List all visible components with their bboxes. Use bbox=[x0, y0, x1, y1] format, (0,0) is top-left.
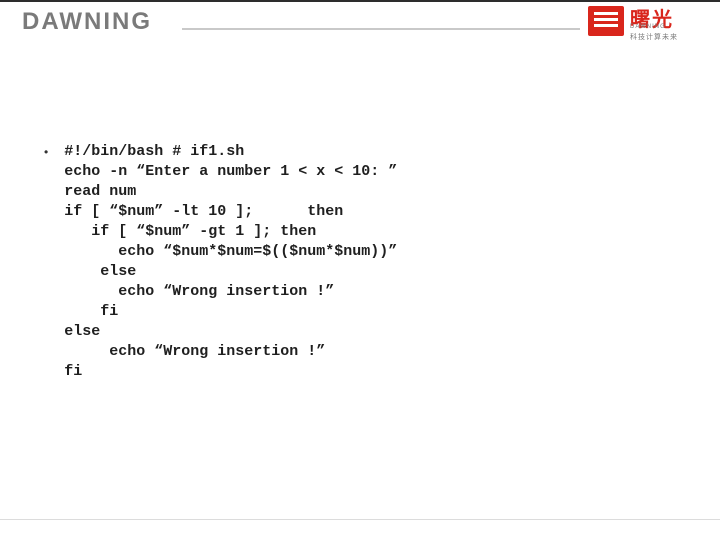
code-line-6: echo “$num*$num=$(($num*$num))” bbox=[64, 243, 397, 260]
code-line-1-pre: #!/bin/bash # bbox=[64, 143, 190, 160]
logo-sub-cn: 科技计算未来 bbox=[630, 32, 678, 42]
logo: 曙光 DAWNING 科技计算未来 bbox=[588, 4, 706, 48]
bullet-icon: • bbox=[44, 142, 64, 162]
code-line-10: else bbox=[64, 323, 100, 340]
header-top-line bbox=[0, 0, 720, 2]
code-line-3: read num bbox=[64, 183, 136, 200]
slide: DAWNING 曙光 DAWNING 科技计算未来 • #!/bin/bash … bbox=[0, 0, 720, 540]
code-line-8: echo “Wrong insertion !” bbox=[64, 283, 334, 300]
brand-wordmark: DAWNING bbox=[22, 8, 152, 36]
bullet-row: • #!/bin/bash # if1.sh echo -n “Enter a … bbox=[44, 142, 644, 382]
header: DAWNING 曙光 DAWNING 科技计算未来 bbox=[0, 0, 720, 54]
code-line-2: echo -n “Enter a number 1 < x < 10: ” bbox=[64, 163, 397, 180]
code-line-7: else bbox=[64, 263, 136, 280]
header-rule bbox=[182, 28, 580, 30]
code-line-4: if [ “$num” -lt 10 ]; then bbox=[64, 203, 343, 220]
code-line-5: if [ “$num” -gt 1 ]; then bbox=[64, 223, 316, 240]
code-line-1-filename: if1.sh bbox=[190, 143, 244, 160]
code-line-11: echo “Wrong insertion !” bbox=[64, 343, 325, 360]
footer-rule bbox=[0, 519, 720, 520]
code-line-9: fi bbox=[64, 303, 118, 320]
content: • #!/bin/bash # if1.sh echo -n “Enter a … bbox=[44, 142, 644, 382]
code-block: #!/bin/bash # if1.sh echo -n “Enter a nu… bbox=[64, 142, 397, 382]
code-line-12: fi bbox=[64, 363, 82, 380]
logo-sun-icon bbox=[588, 6, 624, 36]
logo-sub-en: DAWNING bbox=[630, 24, 666, 30]
